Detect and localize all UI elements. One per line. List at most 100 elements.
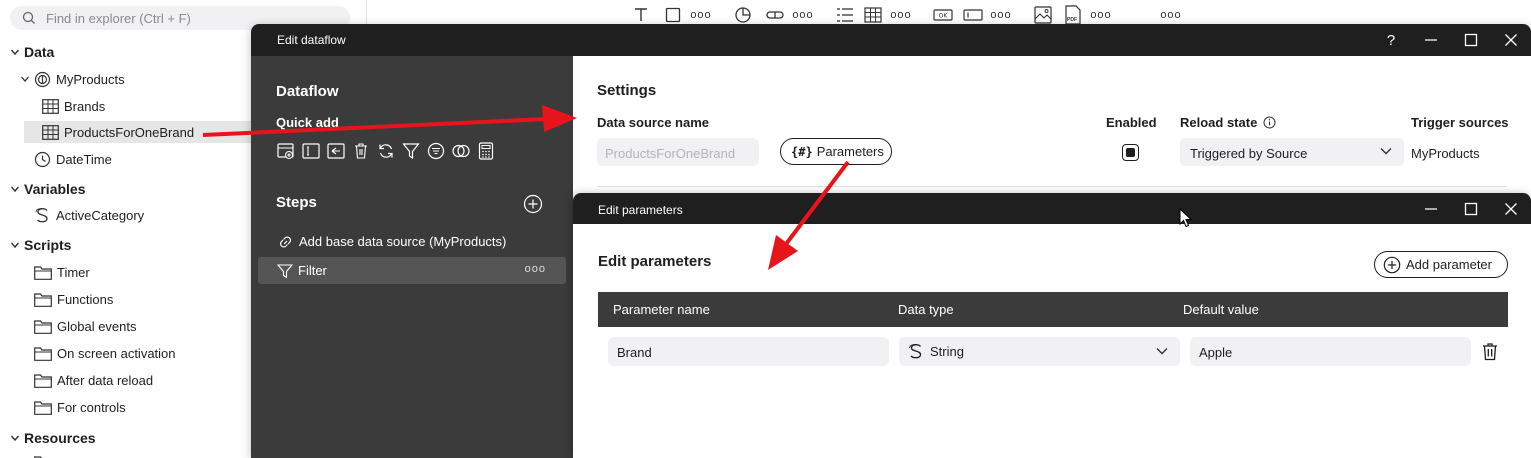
data-type-value: String [930,344,964,359]
delete-icon[interactable] [351,141,370,160]
tree-item-label: MyProducts [56,71,125,87]
tree-section-scripts[interactable]: Scripts [8,234,71,256]
delete-parameter-button[interactable] [1481,342,1499,361]
data-type-select[interactable]: String [899,337,1180,366]
reload-state-select[interactable]: Triggered by Source [1180,138,1404,166]
minimize-button[interactable] [1411,24,1451,56]
trash-icon [1483,343,1497,361]
default-value-input[interactable]: Apple [1190,337,1471,366]
tree-item-timer[interactable]: Timer [34,261,90,283]
explorer-search-placeholder: Find in explorer (Ctrl + F) [46,11,191,26]
trigger-sources-value[interactable]: MyProducts [1411,146,1480,161]
tree-section-label: Variables [24,181,86,197]
minimize-button[interactable] [1411,193,1451,224]
svg-text:OK: OK [939,13,949,20]
tree-item-productsforonebrand[interactable]: ProductsForOneBrand [24,121,254,143]
tree-item-label: Brands [64,98,106,114]
window-controls: ? [1371,24,1531,56]
tree-section-data[interactable]: Data [8,41,54,63]
more-icon[interactable]: ooo [1160,4,1182,26]
list-icon[interactable] [834,4,856,26]
folder-icon [34,400,52,415]
reload-state-label: Reload state [1180,115,1276,130]
union-icon[interactable] [451,141,470,160]
add-step-button[interactable] [523,194,543,214]
tree-item-on-screen-activation[interactable]: On screen activation [34,342,176,364]
reload-state-value: Triggered by Source [1190,146,1308,161]
quick-add-label: Quick add [276,115,339,130]
tree-item-functions[interactable]: Functions [34,288,113,310]
checkbox-mark [1126,148,1135,157]
tree-item-after-data-reload[interactable]: After data reload [34,369,153,391]
tree-item-resource-partial[interactable] [34,451,57,458]
close-button[interactable] [1491,193,1531,224]
steps-title: Steps [276,194,317,211]
edit-parameters-window: Edit parameters Edit parameters Add para… [573,193,1531,458]
chevron-down-icon [1156,347,1168,355]
parameters-table-header: Parameter name Data type Default value [598,292,1508,327]
add-parameter-button[interactable]: Add parameter [1374,251,1508,278]
tree-section-label: Scripts [24,237,72,253]
more-icon[interactable]: ooo [792,4,814,26]
more-icon[interactable]: ooo [890,4,912,26]
column-header-data-type: Data type [898,302,954,317]
add-column-icon[interactable] [301,141,320,160]
add-datasource-icon[interactable] [276,141,295,160]
tree-item-for-controls[interactable]: For controls [34,396,126,418]
button-control-icon[interactable]: OK [932,4,954,26]
image-icon[interactable] [1032,4,1054,26]
step-filter[interactable]: Filter ooo [258,257,566,284]
tree-section-label: Data [24,44,55,60]
tree-item-activecategory[interactable]: ActiveCategory [34,204,144,226]
chevron-down-icon [1380,147,1392,155]
table-icon [42,98,59,114]
search-icon [22,11,36,25]
maximize-button[interactable] [1451,193,1491,224]
info-icon[interactable] [1263,116,1276,129]
data-source-name-input[interactable]: ProductsForOneBrand [597,138,759,166]
chevron-down-icon [18,74,32,84]
pie-chart-icon[interactable] [732,4,754,26]
folder-icon [34,455,52,458]
text-icon[interactable] [630,4,652,26]
folder-icon [34,292,52,307]
tree-section-resources[interactable]: Resources [8,427,96,449]
input-control-icon[interactable] [962,4,984,26]
tree-item-label: Functions [57,291,114,307]
tree-item-myproducts[interactable]: MyProducts [18,68,125,90]
tree-item-global-events[interactable]: Global events [34,315,137,337]
more-icon[interactable]: ooo [990,4,1012,26]
tree-item-label: ProductsForOneBrand [64,124,195,140]
join-icon[interactable] [326,141,345,160]
table-icon[interactable] [862,4,884,26]
enabled-checkbox[interactable] [1122,144,1139,161]
column-header-parameter-name: Parameter name [613,302,710,317]
close-button[interactable] [1491,24,1531,56]
close-icon [1505,34,1517,46]
refresh-icon[interactable] [376,141,395,160]
parameters-button[interactable]: {#} Parameters [780,138,892,165]
rectangle-icon[interactable] [662,4,684,26]
more-icon[interactable]: ooo [1090,4,1112,26]
string-type-icon [908,343,924,360]
calculator-icon[interactable] [476,141,495,160]
sort-icon[interactable] [426,141,445,160]
minimize-icon [1425,39,1437,41]
step-more-icon[interactable]: ooo [525,263,546,275]
more-icon[interactable]: ooo [690,4,712,26]
tree-item-label: On screen activation [57,345,176,361]
help-button[interactable]: ? [1371,24,1411,56]
dataflow-window-title: Edit dataflow [277,33,346,47]
filter-icon[interactable] [401,141,420,160]
maximize-button[interactable] [1451,24,1491,56]
tree-item-datetime[interactable]: DateTime [34,148,112,170]
step-base-datasource[interactable]: Add base data source (MyProducts) [258,228,566,255]
tree-item-label: Timer [57,264,90,280]
parameters-button-label: Parameters [816,144,884,159]
pdf-icon[interactable]: PDF [1062,4,1084,26]
slider-icon[interactable] [764,4,786,26]
data-source-name-label: Data source name [597,115,709,130]
tree-item-brands[interactable]: Brands [42,95,105,117]
tree-section-variables[interactable]: Variables [8,178,86,200]
parameter-name-input[interactable]: Brand [608,337,889,366]
